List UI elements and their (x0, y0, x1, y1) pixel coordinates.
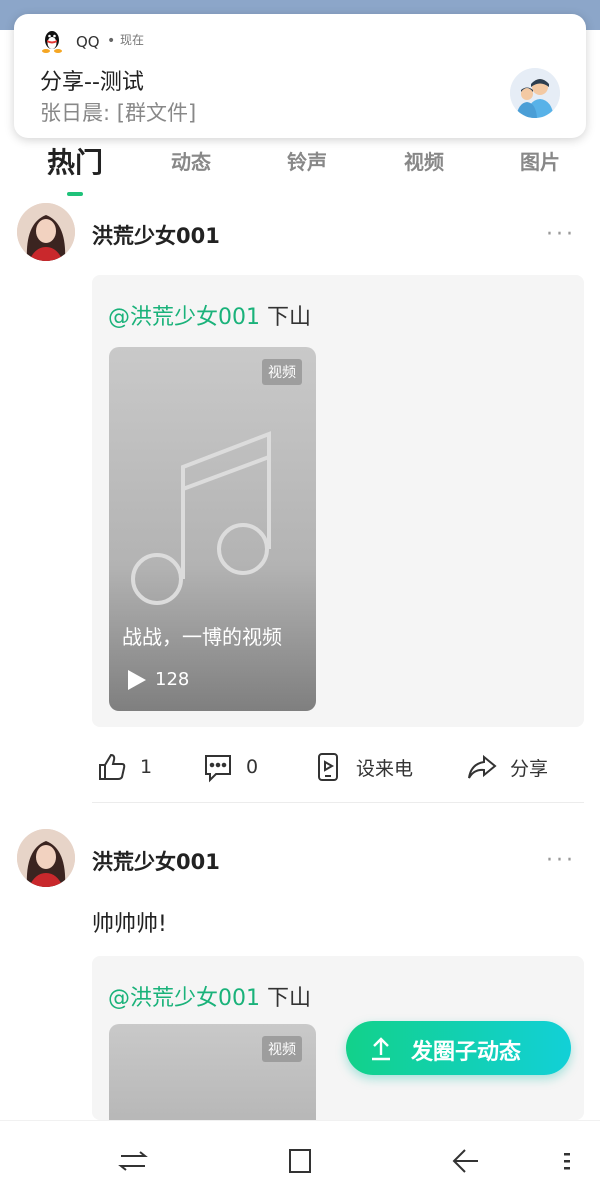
tab-images[interactable]: 图片 (520, 146, 560, 175)
system-nav-bar (0, 1120, 600, 1200)
create-post-button[interactable]: 发圈子动态 (346, 1021, 571, 1075)
upload-arrow-icon (372, 1037, 390, 1061)
shared-post-line: @洪荒少女001 下山 (108, 980, 311, 1012)
tab-feed[interactable]: 动态 (171, 146, 211, 175)
notification-title: 分享--测试 (40, 70, 144, 95)
like-count: 1 (140, 756, 153, 778)
share-icon (468, 754, 497, 779)
video-badge: 视频 (262, 1036, 302, 1062)
play-count: 128 (155, 669, 190, 690)
back-icon[interactable] (446, 1141, 486, 1181)
thumbs-up-icon (99, 753, 126, 780)
menu-icon[interactable] (548, 1141, 588, 1181)
phone-ringtone-icon (318, 753, 338, 781)
share-label: 分享 (510, 757, 549, 780)
post-text: 帅帅帅! (92, 912, 167, 937)
comment-button[interactable]: 0 (202, 744, 258, 790)
notification-app-name: QQ (76, 33, 100, 51)
more-options-button[interactable]: ··· (546, 848, 576, 873)
video-thumbnail[interactable]: 视频 (109, 1024, 316, 1120)
tab-active-indicator (67, 192, 83, 196)
tab-ringtones[interactable]: 铃声 (287, 146, 327, 175)
set-ringtone-label: 设来电 (356, 757, 414, 780)
post-username[interactable]: 洪荒少女001 (92, 220, 220, 250)
notification-time: 现在 (120, 33, 145, 47)
user-avatar[interactable] (17, 829, 75, 887)
user-avatar[interactable] (17, 203, 75, 261)
mention-link[interactable]: @洪荒少女001 (108, 986, 260, 1011)
create-post-label: 发圈子动态 (411, 1040, 522, 1065)
qq-notification[interactable]: QQ • 现在 分享--测试 张日晨: [群文件] (14, 14, 586, 138)
comment-icon (205, 755, 231, 783)
category-tabs: 热门 动态 铃声 视频 图片 (0, 140, 600, 200)
tab-videos[interactable]: 视频 (404, 146, 444, 175)
post-divider (92, 802, 584, 803)
shared-post-card[interactable]: @洪荒少女001 下山 视频 战战，一博的视频 128 (92, 275, 584, 727)
switch-icon[interactable] (113, 1141, 153, 1181)
video-title: 战战，一博的视频 (122, 625, 282, 649)
group-avatar (510, 68, 560, 118)
group-avatar-icon (510, 68, 560, 118)
mention-link[interactable]: @洪荒少女001 (108, 305, 260, 330)
tab-hot[interactable]: 热门 (47, 141, 103, 181)
qq-penguin-icon (42, 31, 62, 53)
notification-body: 张日晨: [群文件] (40, 101, 197, 125)
post-username[interactable]: 洪荒少女001 (92, 846, 220, 876)
post-actions: 1 0 设来电 分享 (92, 744, 584, 790)
video-badge: 视频 (262, 359, 302, 385)
shared-post-line: @洪荒少女001 下山 (108, 299, 311, 331)
notification-separator: • (107, 33, 116, 49)
set-ringtone-button[interactable]: 设来电 (312, 744, 413, 790)
comment-count: 0 (246, 756, 259, 778)
user-avatar-image (17, 203, 75, 261)
user-avatar-image (17, 829, 75, 887)
video-thumbnail[interactable]: 视频 战战，一博的视频 128 (109, 347, 316, 711)
more-options-button[interactable]: ··· (546, 222, 576, 247)
music-note-icon (131, 431, 271, 605)
play-icon (128, 670, 146, 690)
like-button[interactable]: 1 (96, 744, 152, 790)
home-square-icon[interactable] (280, 1141, 320, 1181)
shared-post-text: 下山 (267, 305, 312, 330)
shared-post-text: 下山 (267, 986, 312, 1011)
share-button[interactable]: 分享 (466, 744, 548, 790)
